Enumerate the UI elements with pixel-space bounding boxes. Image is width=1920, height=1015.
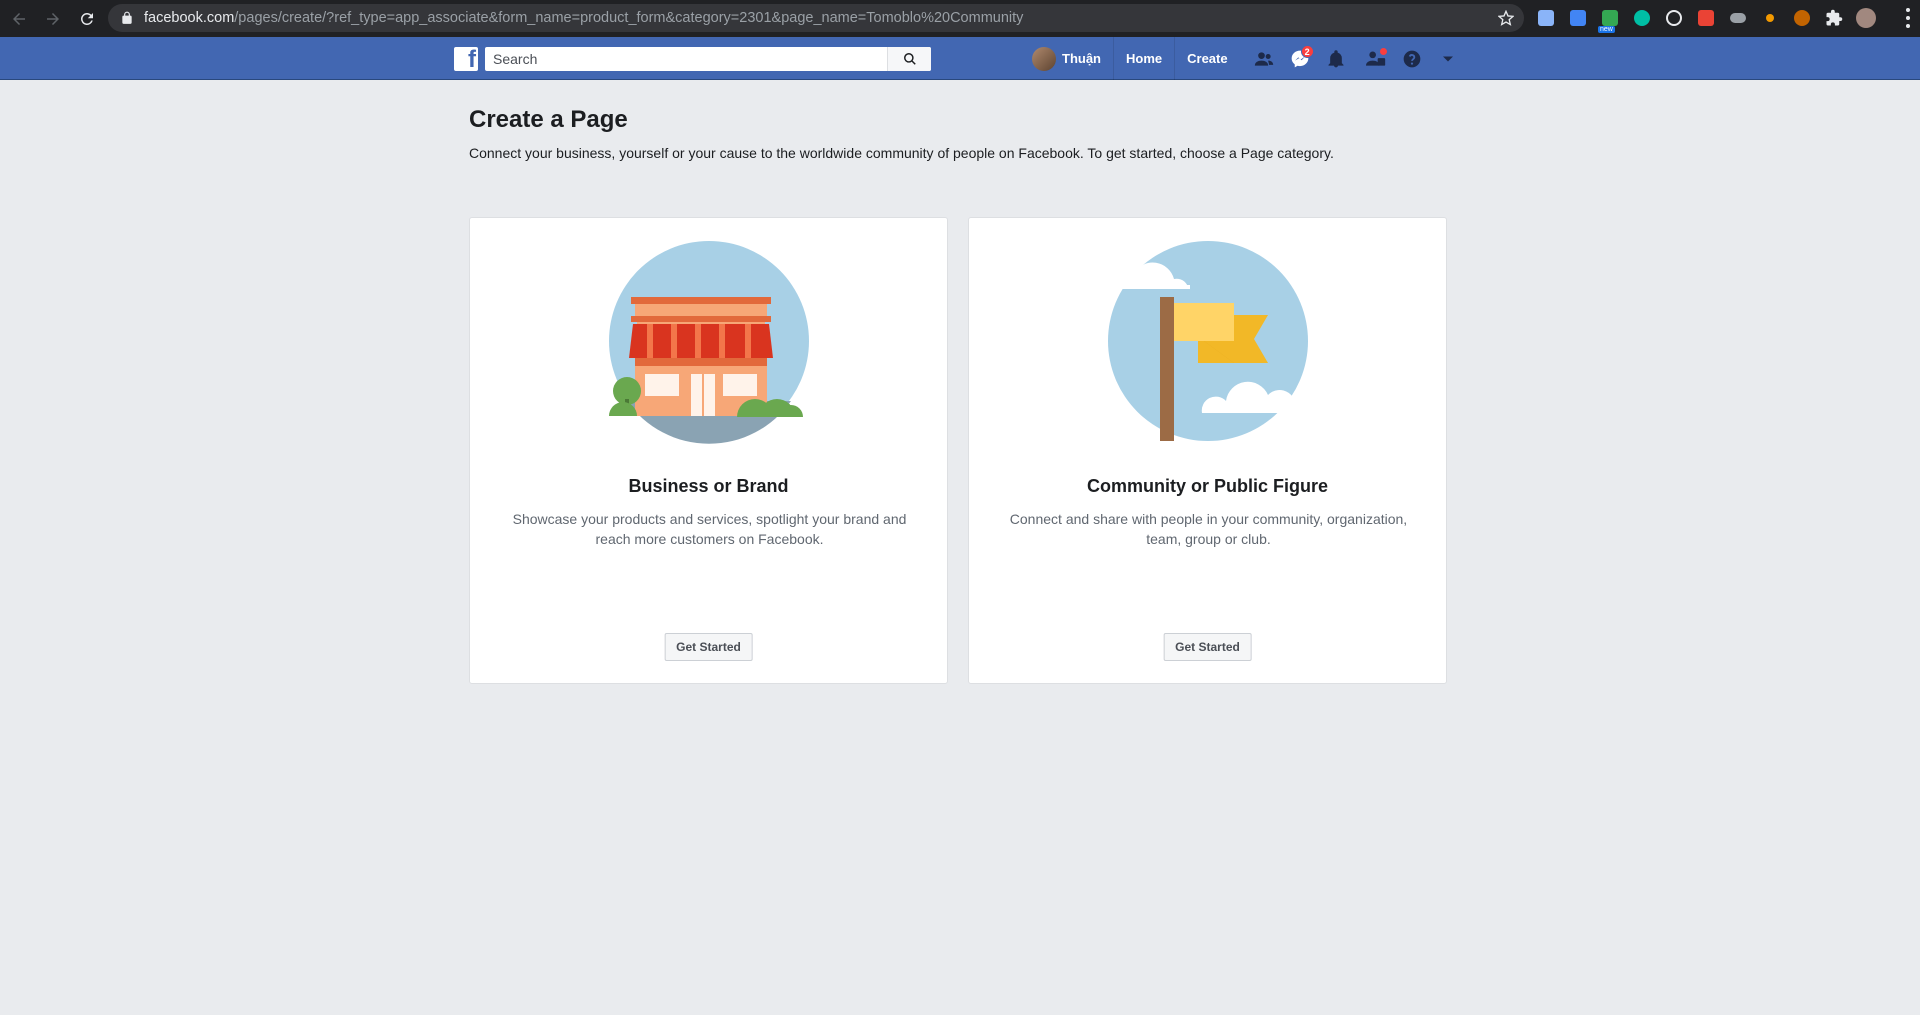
browser-toolbar: facebook.com/pages/create/?ref_type=app_… bbox=[0, 0, 1920, 37]
home-link[interactable]: Home bbox=[1113, 37, 1174, 80]
search-input[interactable] bbox=[485, 47, 887, 71]
extension-link-icon[interactable] bbox=[1726, 6, 1750, 30]
extension-cookie-icon[interactable] bbox=[1790, 6, 1814, 30]
quick-help-people-button[interactable] bbox=[1358, 37, 1394, 80]
caret-down-icon bbox=[1442, 56, 1453, 61]
address-bar[interactable]: facebook.com/pages/create/?ref_type=app_… bbox=[108, 4, 1524, 32]
extension-red-icon[interactable] bbox=[1694, 6, 1718, 30]
messages-badge: 2 bbox=[1300, 45, 1314, 58]
flag-icon bbox=[1107, 241, 1308, 441]
url-host: facebook.com bbox=[144, 10, 235, 26]
question-icon bbox=[1403, 50, 1420, 67]
profile-link[interactable]: Thuận bbox=[1032, 37, 1113, 80]
business-card[interactable]: Business or Brand Showcase your products… bbox=[469, 217, 948, 684]
arrow-right-icon bbox=[47, 12, 59, 25]
back-button[interactable] bbox=[4, 4, 34, 34]
bookmark-star-icon[interactable] bbox=[1498, 10, 1514, 26]
community-card-description: Connect and share with people in your co… bbox=[1009, 511, 1408, 547]
page-subtitle: Connect your business, yourself or your … bbox=[469, 145, 1334, 161]
facebook-header: f Thuận Home Create 2 bbox=[0, 37, 1920, 80]
search-icon bbox=[903, 53, 916, 65]
notifications-button[interactable] bbox=[1318, 37, 1354, 80]
new-badge: new bbox=[1598, 26, 1615, 33]
page-title: Create a Page bbox=[469, 106, 628, 133]
help-button[interactable] bbox=[1394, 37, 1430, 80]
extensions-puzzle-icon[interactable] bbox=[1822, 6, 1846, 30]
facebook-logo-icon[interactable]: f bbox=[454, 47, 478, 71]
friends-icon bbox=[1254, 51, 1273, 66]
main-content: Create a Page Connect your business, you… bbox=[469, 80, 1451, 684]
friend-requests-button[interactable] bbox=[1246, 37, 1282, 80]
category-cards: Business or Brand Showcase your products… bbox=[469, 217, 1447, 684]
community-get-started-button[interactable]: Get Started bbox=[1163, 633, 1252, 661]
reload-icon bbox=[80, 12, 93, 25]
header-right-nav: Thuận Home Create 2 bbox=[1032, 37, 1466, 80]
community-card[interactable]: Community or Public Figure Connect and s… bbox=[968, 217, 1447, 684]
business-card-title: Business or Brand bbox=[628, 476, 789, 496]
extension-new-icon[interactable]: new bbox=[1598, 6, 1622, 33]
community-card-title: Community or Public Figure bbox=[1086, 476, 1328, 496]
business-get-started-button[interactable]: Get Started bbox=[664, 633, 753, 661]
account-menu-button[interactable] bbox=[1430, 37, 1466, 80]
forward-button[interactable] bbox=[38, 4, 68, 34]
create-link[interactable]: Create bbox=[1174, 37, 1239, 80]
profile-name: Thuận bbox=[1062, 51, 1101, 66]
search-box bbox=[485, 47, 931, 71]
search-button[interactable] bbox=[887, 47, 931, 71]
extension-bird-icon[interactable] bbox=[1662, 6, 1686, 30]
extensions-bar: new bbox=[1534, 6, 1878, 33]
storefront-icon bbox=[608, 241, 809, 444]
lock-icon bbox=[122, 11, 132, 24]
avatar bbox=[1032, 46, 1056, 71]
reload-button[interactable] bbox=[72, 4, 102, 34]
notification-dot bbox=[1378, 47, 1388, 56]
extension-screenshot-icon[interactable] bbox=[1534, 6, 1558, 30]
url-path: /pages/create/?ref_type=app_associate&fo… bbox=[234, 10, 1024, 26]
arrow-left-icon bbox=[13, 12, 25, 25]
browser-menu-icon[interactable] bbox=[1906, 8, 1910, 28]
business-card-description: Showcase your products and services, spo… bbox=[512, 511, 907, 547]
url-text: facebook.com/pages/create/?ref_type=app_… bbox=[144, 10, 1023, 26]
messages-button[interactable]: 2 bbox=[1282, 37, 1318, 80]
extension-orange-icon[interactable] bbox=[1758, 6, 1782, 30]
bell-icon bbox=[1328, 49, 1344, 67]
extension-m-icon[interactable] bbox=[1630, 6, 1654, 30]
extension-translate-icon[interactable] bbox=[1566, 6, 1590, 30]
browser-profile-avatar[interactable] bbox=[1854, 6, 1878, 30]
